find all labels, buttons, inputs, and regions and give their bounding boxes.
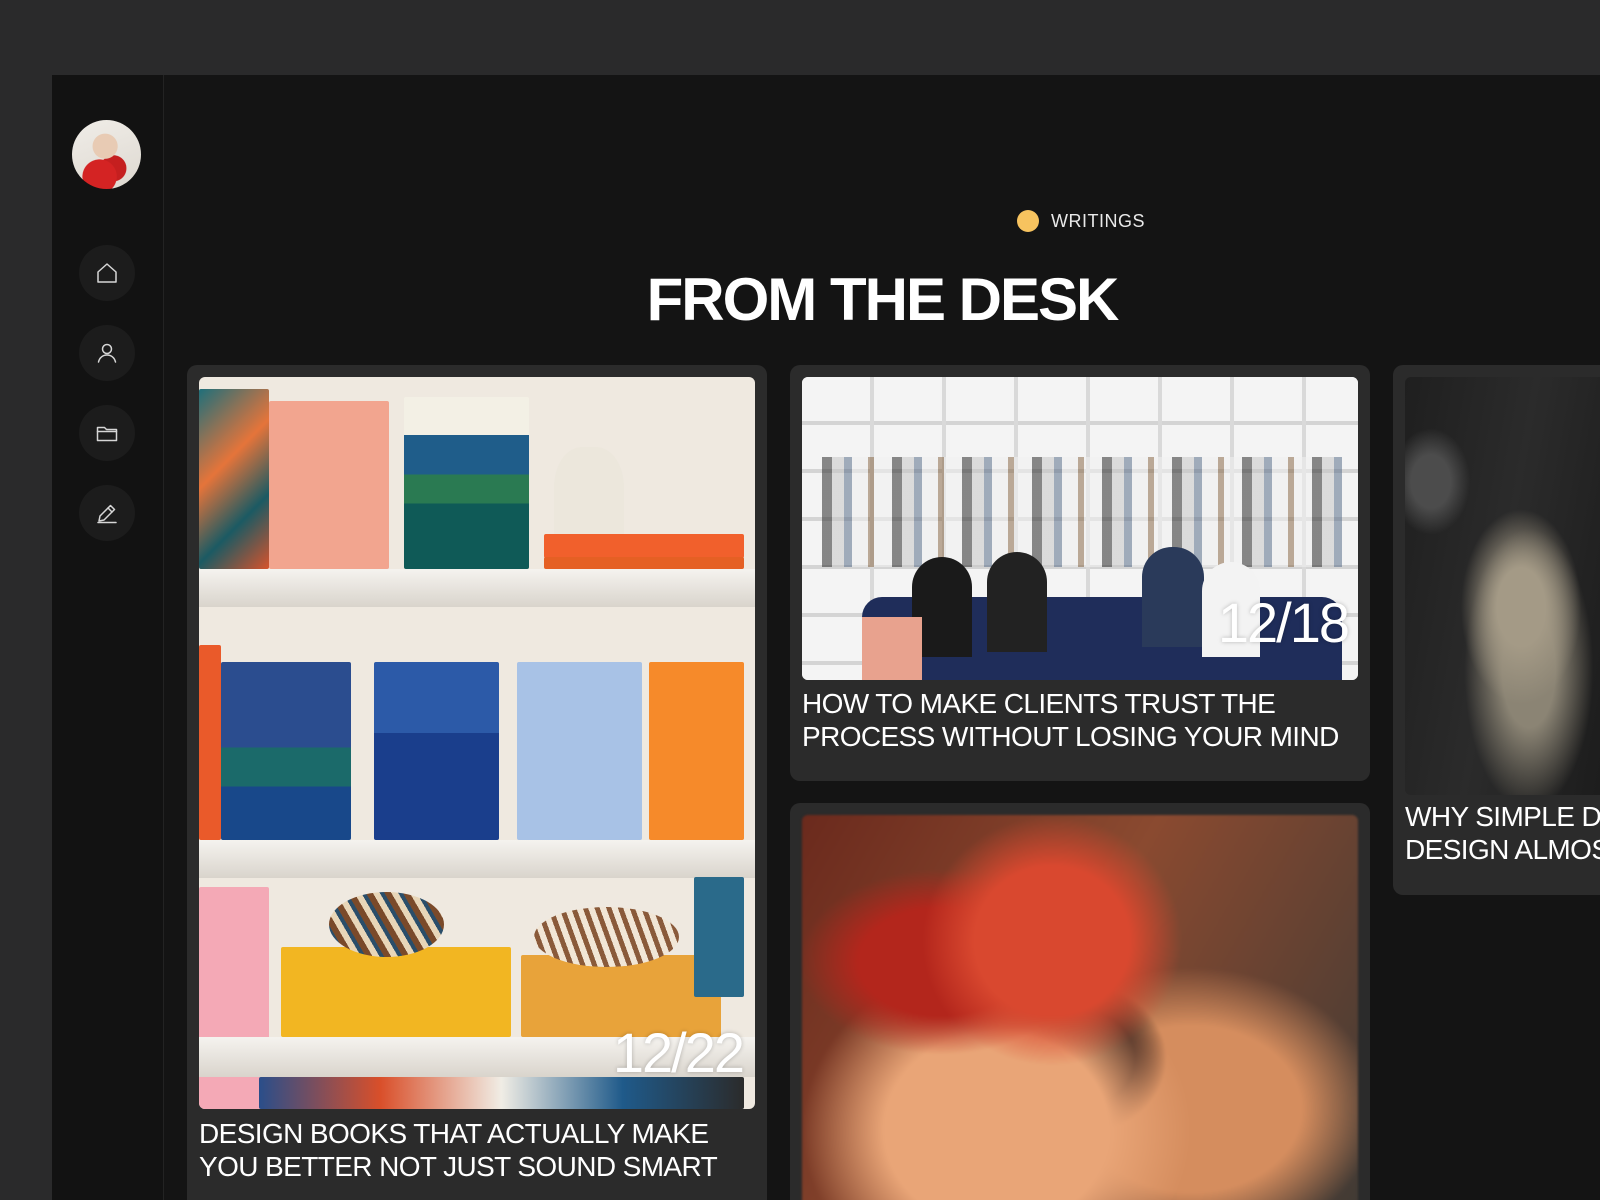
- sidebar: [52, 75, 164, 1200]
- article-card[interactable]: 12/18 HOW TO MAKE CLIENTS TRUST THE PROC…: [790, 365, 1370, 781]
- eyebrow-label: WRITINGS: [1051, 210, 1145, 231]
- pencil-icon: [97, 504, 117, 524]
- article-title-line: WHY SIMPLE D: [1405, 801, 1600, 832]
- article-card[interactable]: WHY SIMPLE D DESIGN ALMOS: [1393, 365, 1600, 895]
- article-image: [199, 377, 755, 1109]
- avatar[interactable]: [72, 120, 141, 189]
- article-image: [802, 815, 1358, 1200]
- article-card[interactable]: 12/22 DESIGN BOOKS THAT ACTUALLY MAKE YO…: [187, 365, 767, 1200]
- article-title-line: HOW TO MAKE CLIENTS TRUST THE: [802, 688, 1276, 719]
- article-title: HOW TO MAKE CLIENTS TRUST THE PROCESS WI…: [802, 687, 1358, 753]
- user-icon: [97, 343, 117, 363]
- article-date: 12/22: [612, 1021, 745, 1084]
- article-title-line: PROCESS WITHOUT LOSING YOUR MIND: [802, 721, 1339, 752]
- article-image: [1405, 377, 1600, 795]
- article-card[interactable]: [790, 803, 1370, 1200]
- nav-projects-button[interactable]: [79, 405, 135, 461]
- article-title-line: YOU BETTER NOT JUST SOUND SMART: [199, 1151, 718, 1182]
- page-title: FROM THE DESK: [646, 266, 1120, 333]
- article-title-line: DESIGN BOOKS THAT ACTUALLY MAKE: [199, 1118, 709, 1149]
- section-eyebrow: WRITINGS: [1017, 210, 1145, 232]
- folder-icon: [96, 426, 118, 442]
- article-title: DESIGN BOOKS THAT ACTUALLY MAKE YOU BETT…: [199, 1117, 755, 1183]
- app-window: WRITINGS FROM THE DESK 12/22 DESIGN BOOK…: [52, 75, 1600, 1200]
- article-title: WHY SIMPLE D DESIGN ALMOS: [1405, 800, 1600, 866]
- nav-writings-button[interactable]: [79, 485, 135, 541]
- status-dot-icon: [1017, 210, 1039, 232]
- article-title-line: DESIGN ALMOS: [1405, 834, 1600, 865]
- article-date: 12/18: [1217, 591, 1350, 654]
